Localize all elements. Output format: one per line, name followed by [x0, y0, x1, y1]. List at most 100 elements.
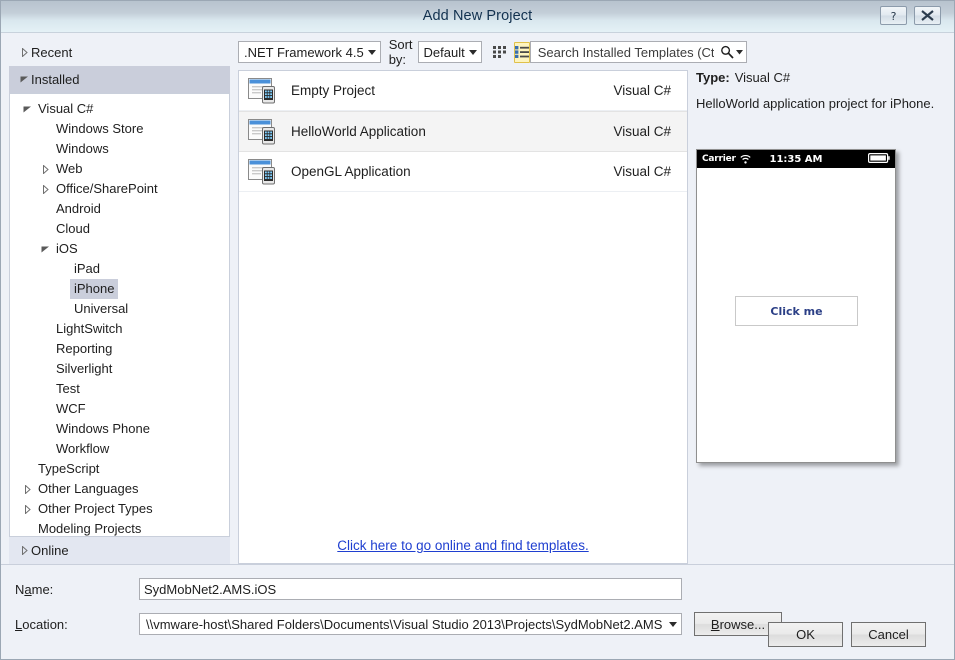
search-input[interactable] [535, 43, 716, 61]
sidebar-section-recent-label: Recent [31, 45, 73, 60]
tree-item-ios[interactable]: iOS [10, 239, 229, 259]
tree-item-label: Android [56, 201, 101, 216]
tree-item-label: Windows [56, 141, 109, 156]
preview-click-me-button: Click me [735, 296, 858, 326]
grid-view-icon [492, 46, 506, 58]
chevron-down-icon [364, 49, 380, 55]
chevron-right-icon [20, 504, 34, 514]
tile-view-toggle[interactable] [492, 42, 508, 63]
template-name: OpenGL Application [291, 164, 411, 179]
sidebar-section-recent[interactable]: Recent [9, 39, 230, 66]
tree-item-label: LightSwitch [56, 321, 123, 336]
add-new-project-dialog: Add New Project ? Recent Installed Visua… [0, 0, 955, 660]
project-template-icon [247, 118, 278, 145]
sort-by-label: Sort by: [388, 37, 413, 67]
template-type-line: Type: Visual C# [696, 70, 946, 85]
location-label: Location: [15, 617, 139, 632]
tree-item-label: WCF [56, 401, 86, 416]
framework-dropdown-value: .NET Framework 4.5 [244, 44, 364, 60]
tree-item-label: iOS [56, 241, 78, 256]
tree-item-iphone[interactable]: iPhone [10, 279, 229, 299]
template-row[interactable]: HelloWorld Application Visual C# [239, 111, 687, 152]
sidebar-section-installed-label: Installed [31, 72, 80, 87]
sidebar-section-online[interactable]: Online [9, 536, 230, 564]
tree-item-label: Silverlight [56, 361, 113, 376]
tree-item-workflow[interactable]: Workflow [10, 439, 229, 459]
tree-item-modeling-projects[interactable]: Modeling Projects [10, 519, 229, 536]
tree-item-visual-c-[interactable]: Visual C# [10, 99, 229, 119]
ok-button[interactable]: OK [768, 622, 843, 647]
template-name: HelloWorld Application [291, 124, 426, 139]
tree-item-test[interactable]: Test [10, 379, 229, 399]
sort-by-dropdown[interactable]: Default [417, 41, 482, 63]
name-label: Name: [15, 582, 139, 597]
template-language: Visual C# [613, 164, 671, 179]
svg-text:?: ? [891, 10, 897, 22]
close-button[interactable] [914, 6, 941, 25]
tree-item-ipad[interactable]: iPad [10, 259, 229, 279]
template-preview: Carrier 11:35 AM Click me [696, 149, 946, 463]
tree-item-label: Office/SharePoint [56, 181, 158, 196]
tree-item-label: Visual C# [38, 101, 94, 116]
chevron-down-icon [465, 49, 481, 55]
tree-item-web[interactable]: Web [10, 159, 229, 179]
category-tree: Visual C# Windows Store Windows Web Office/S… [9, 93, 230, 536]
tree-item-label: Other Project Types [38, 501, 153, 516]
online-templates-link[interactable]: Click here to go online and find templat… [337, 538, 588, 553]
tree-item-label: Other Languages [38, 481, 139, 496]
tree-item-label: Workflow [56, 441, 110, 456]
close-icon [921, 10, 934, 21]
tree-item-label: Windows Store [56, 121, 144, 136]
tree-item-reporting[interactable]: Reporting [10, 339, 229, 359]
tree-item-label: Universal [74, 301, 129, 316]
question-mark-icon: ? [891, 10, 897, 22]
tree-item-label: Web [56, 161, 83, 176]
carrier-label: Carrier [702, 154, 736, 164]
templates-list: Empty Project Visual C# HelloWorld Applica… [238, 70, 688, 564]
tree-item-office-sharepoint[interactable]: Office/SharePoint [10, 179, 229, 199]
tree-item-universal[interactable]: Universal [10, 299, 229, 319]
list-view-toggle[interactable] [513, 41, 530, 63]
project-form: Name: Location: Browse... OK Cancel [1, 564, 954, 659]
tree-item-other-languages[interactable]: Other Languages [10, 479, 229, 499]
browse-label-post: rowse... [719, 616, 766, 632]
chevron-down-icon[interactable] [664, 621, 681, 627]
tree-item-label: iPhone [70, 279, 119, 299]
help-button[interactable]: ? [880, 6, 907, 25]
name-row: Name: [15, 578, 940, 600]
tree-item-lightswitch[interactable]: LightSwitch [10, 319, 229, 339]
template-language: Visual C# [613, 83, 671, 98]
template-row[interactable]: OpenGL Application Visual C# [239, 152, 687, 192]
project-name-input[interactable] [139, 578, 682, 600]
dialog-body: Recent Installed Visual C# Windows Store W… [1, 33, 954, 564]
browse-label-accel: B [710, 616, 720, 632]
framework-dropdown[interactable]: .NET Framework 4.5 [238, 41, 381, 63]
project-template-icon [247, 158, 278, 185]
tree-item-wcf[interactable]: WCF [10, 399, 229, 419]
tree-item-windows[interactable]: Windows [10, 139, 229, 159]
battery-icon [868, 152, 890, 166]
location-label-post: ocation: [22, 616, 68, 632]
project-location-combo[interactable] [139, 613, 682, 635]
sidebar-section-installed[interactable]: Installed [9, 66, 230, 93]
tree-item-windows-store[interactable]: Windows Store [10, 119, 229, 139]
tree-item-cloud[interactable]: Cloud [10, 219, 229, 239]
chevron-down-icon [17, 76, 31, 83]
iphone-status-bar: Carrier 11:35 AM [697, 150, 895, 168]
chevron-down-icon [20, 106, 34, 113]
project-location-input[interactable] [144, 615, 664, 633]
chevron-right-icon [20, 484, 34, 494]
tree-item-label: Reporting [56, 341, 113, 356]
dialog-action-bar: OK Cancel [768, 622, 926, 647]
tree-item-windows-phone[interactable]: Windows Phone [10, 419, 229, 439]
cancel-button[interactable]: Cancel [851, 622, 926, 647]
tree-item-android[interactable]: Android [10, 199, 229, 219]
tree-item-typescript[interactable]: TypeScript [10, 459, 229, 479]
tree-item-silverlight[interactable]: Silverlight [10, 359, 229, 379]
wifi-icon [740, 154, 751, 164]
templates-toolbar: .NET Framework 4.5 Sort by: Default [238, 37, 747, 67]
tree-item-other-project-types[interactable]: Other Project Types [10, 499, 229, 519]
template-info-panel: Type: Visual C# HelloWorld application pr… [696, 39, 946, 564]
template-row[interactable]: Empty Project Visual C# [239, 71, 687, 111]
chevron-right-icon [17, 48, 31, 57]
